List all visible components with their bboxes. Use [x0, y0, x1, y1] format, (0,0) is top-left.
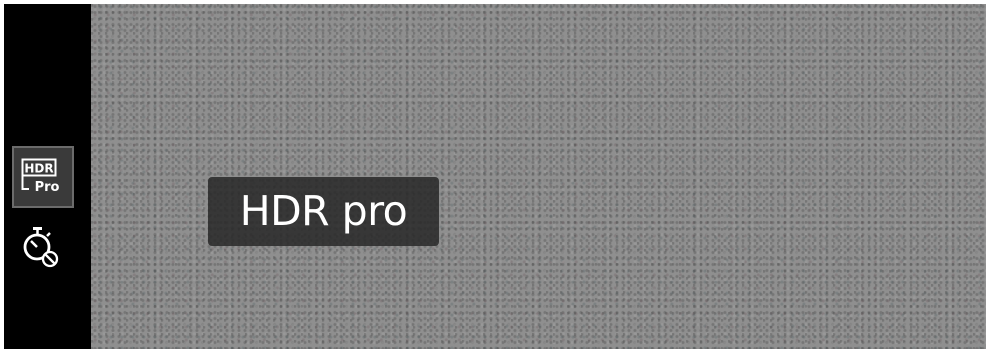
hdr-pro-button[interactable]: HDR Pro: [12, 146, 74, 208]
mode-toast: HDR pro: [208, 177, 439, 246]
hdr-pro-icon: HDR Pro: [21, 158, 60, 195]
hdr-icon-label: HDR: [24, 162, 53, 176]
self-timer-button[interactable]: [16, 221, 68, 273]
camera-mode-sidebar: HDR Pro: [4, 4, 91, 349]
camera-app: HDR Pro HDR pro: [4, 4, 986, 349]
pro-icon-label: Pro: [35, 180, 60, 195]
self-timer-off-icon: [23, 227, 59, 268]
